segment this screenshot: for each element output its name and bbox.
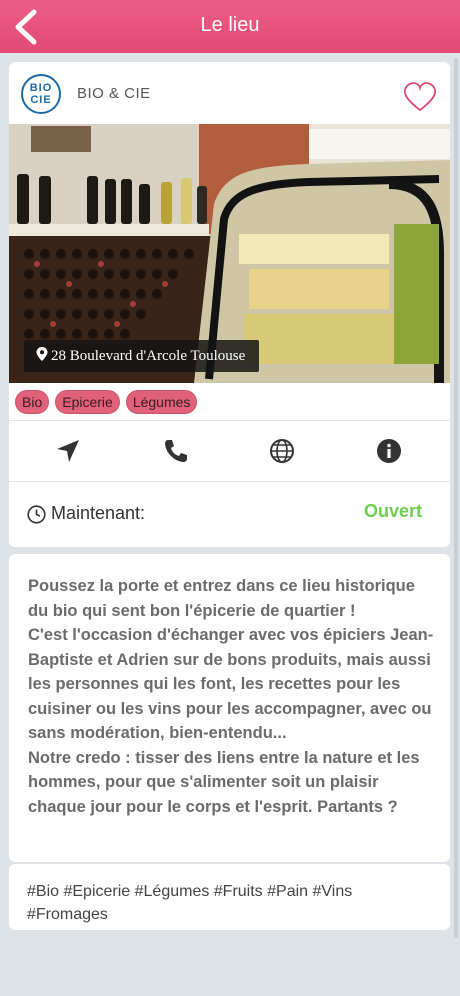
place-photo: 28 Boulevard d'Arcole Toulouse [9, 124, 450, 383]
open-status: Ouvert [363, 501, 422, 521]
scrollbar[interactable] [454, 58, 458, 938]
description-card: Poussez la porte et entrez dans ce lieu … [9, 554, 450, 862]
description-text: Poussez la porte et entrez dans ce lieu … [28, 574, 438, 819]
description-paragraph: Poussez la porte et entrez dans ce lieu … [28, 577, 415, 620]
heart-outline-icon[interactable] [402, 81, 438, 113]
hours-label: Maintenant: [51, 503, 146, 523]
hashtags-card: #Bio #Epicerie #Légumes #Fruits #Pain #V… [9, 864, 450, 930]
category-chips: Bio Epicerie Légumes [15, 390, 198, 414]
place-logo: BIO CIE [21, 74, 61, 114]
globe-icon [270, 439, 294, 463]
description-paragraph: Notre credo : tisser des liens entre la … [28, 748, 420, 816]
place-name: BIO & CIE [77, 85, 151, 102]
category-chip[interactable]: Bio [15, 390, 50, 414]
map-pin-icon [36, 347, 48, 361]
clock-icon [27, 505, 46, 524]
logo-text: BIO CIE [29, 82, 53, 106]
address-label[interactable]: 28 Boulevard d'Arcole Toulouse [24, 340, 260, 372]
directions-button[interactable] [51, 434, 85, 468]
page-title: Le lieu [200, 14, 260, 36]
category-chip[interactable]: Epicerie [55, 390, 120, 414]
website-button[interactable] [265, 434, 299, 468]
address-text: 28 Boulevard d'Arcole Toulouse [51, 348, 246, 364]
app-header: Le lieu [0, 0, 460, 53]
category-chip[interactable]: Légumes [125, 390, 198, 414]
navigation-arrow-icon [57, 440, 79, 462]
action-bar [9, 420, 450, 482]
phone-icon [165, 440, 187, 462]
info-button[interactable] [372, 434, 406, 468]
opening-hours: Maintenant: Ouvert [9, 483, 450, 547]
info-icon [377, 439, 401, 463]
description-paragraph: C'est l'occasion d'échanger avec vos épi… [28, 626, 434, 742]
call-button[interactable] [159, 434, 193, 468]
place-card: BIO CIE BIO & CIE 28 Boulevard d'Arcole … [9, 62, 450, 547]
hashtags-text: #Bio #Epicerie #Légumes #Fruits #Pain #V… [27, 883, 353, 923]
